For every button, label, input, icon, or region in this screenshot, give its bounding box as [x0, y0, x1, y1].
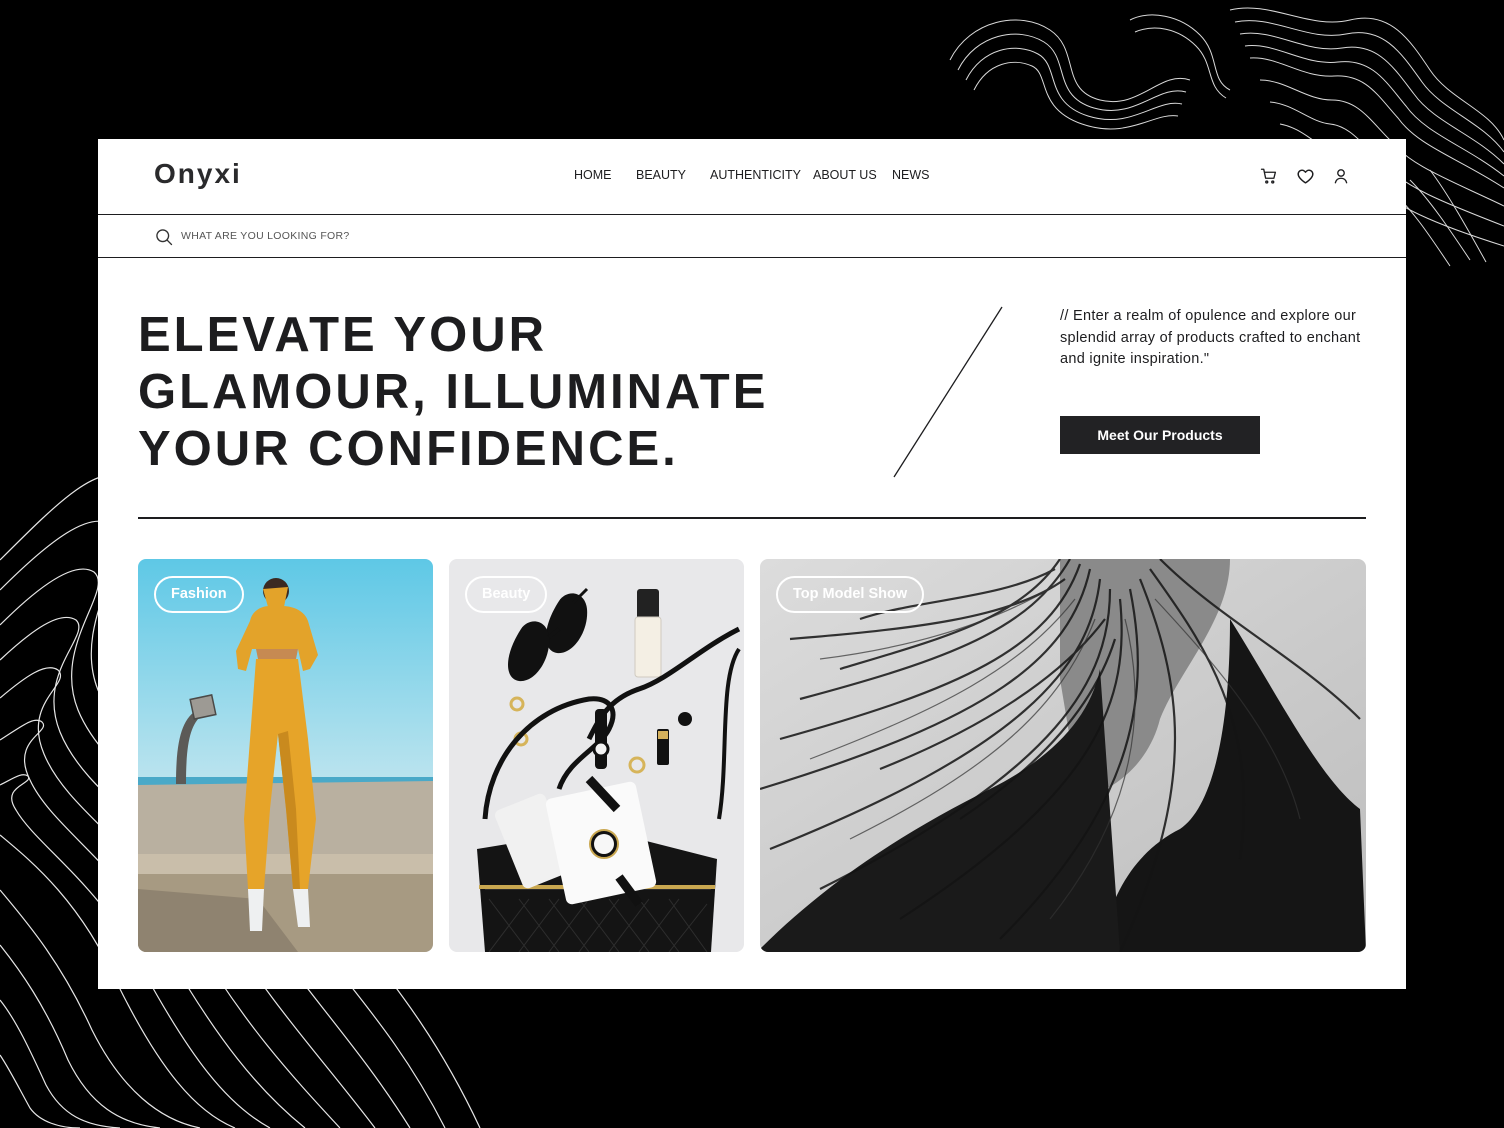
hero-title-line-3: YOUR CONFIDENCE.	[138, 422, 679, 476]
nav-news[interactable]: NEWS	[892, 168, 930, 182]
top-model-show-card[interactable]: Top Model Show	[760, 559, 1366, 952]
search-bar	[98, 215, 1406, 258]
hero-title: ELEVATE YOUR GLAMOUR, ILLUMINATE YOUR CO…	[138, 307, 838, 478]
category-tag-top-model-show[interactable]: Top Model Show	[776, 576, 925, 613]
main-nav: HOME BEAUTY AUTHENTICITY ABOUT US NEWS	[574, 168, 930, 182]
beauty-card[interactable]: Beauty	[449, 559, 744, 952]
hero-title-line-1: ELEVATE YOUR	[138, 308, 548, 362]
section-divider	[138, 517, 1366, 519]
diagonal-divider-line	[893, 306, 1003, 478]
nav-home[interactable]: HOME	[574, 168, 636, 182]
search-input[interactable]	[181, 225, 781, 247]
fashion-photo	[138, 559, 433, 952]
nav-authenticity[interactable]: AUTHENTICITY	[710, 168, 813, 182]
user-icon[interactable]	[1330, 165, 1352, 187]
nav-about-us[interactable]: ABOUT US	[813, 168, 892, 182]
nav-beauty[interactable]: BEAUTY	[636, 168, 710, 182]
category-tag-beauty[interactable]: Beauty	[465, 576, 548, 613]
website-panel: Onyxi HOME BEAUTY AUTHENTICITY ABOUT US …	[98, 139, 1406, 989]
cart-icon[interactable]	[1258, 165, 1280, 187]
beauty-flatlay-photo	[449, 559, 744, 952]
header-icons	[1258, 165, 1352, 187]
model-portrait-photo	[760, 559, 1366, 952]
hero-description: // Enter a realm of opulence and explore…	[1060, 308, 1361, 367]
brand-logo[interactable]: Onyxi	[154, 158, 242, 190]
heart-icon[interactable]	[1294, 165, 1316, 187]
category-tag-fashion[interactable]: Fashion	[154, 576, 244, 613]
fashion-card[interactable]: Fashion	[138, 559, 433, 952]
meet-our-products-button[interactable]: Meet Our Products	[1060, 416, 1260, 454]
hero-title-line-2: GLAMOUR, ILLUMINATE	[138, 365, 769, 419]
search-icon	[156, 229, 173, 246]
site-header: Onyxi HOME BEAUTY AUTHENTICITY ABOUT US …	[98, 139, 1406, 215]
